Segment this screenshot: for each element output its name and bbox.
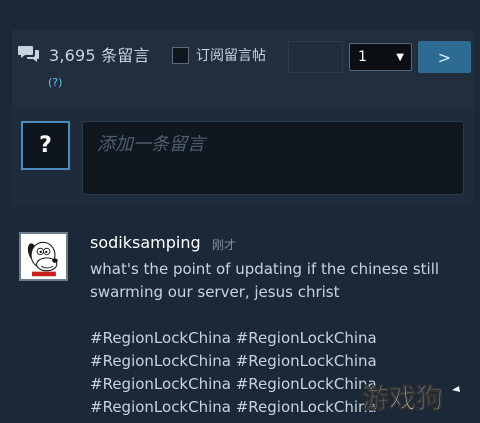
avatar-placeholder-mark: ?	[39, 133, 52, 158]
comment-author[interactable]: sodiksamping	[90, 233, 201, 252]
subscribe-checkbox[interactable]	[172, 46, 189, 64]
chat-bubbles-icon	[18, 46, 39, 62]
watermark-logo-graphic: 游戏狗	[362, 384, 460, 415]
comment-line: swarming our server, jesus christ	[90, 283, 340, 301]
caret-down-icon: ▼	[396, 51, 404, 63]
help-link[interactable]: (?)	[48, 76, 62, 89]
own-avatar: ?	[21, 121, 70, 170]
comment-line: what's the point of updating if the chin…	[90, 260, 440, 278]
comment-count-label: 3,695 条留言	[49, 46, 150, 65]
subscribe-toggle[interactable]: 订阅留言帖	[172, 45, 266, 65]
avatar[interactable]	[19, 232, 68, 281]
comment-hashtag-line: #RegionLockChina #RegionLockChina	[90, 329, 377, 347]
dog-avatar-icon	[21, 234, 66, 279]
subscribe-label[interactable]: 订阅留言帖	[196, 45, 266, 65]
page-go-button[interactable]: >	[418, 41, 471, 73]
svg-text:游戏狗: 游戏狗	[362, 384, 443, 415]
comment-timestamp: 刚才	[212, 238, 237, 252]
comment-count: 3,695 条留言	[18, 42, 150, 66]
watermark-logo: 游戏狗	[340, 372, 480, 423]
page-select-value: 1	[358, 49, 367, 65]
page-select[interactable]: 1 ▼	[349, 43, 412, 71]
comment-hashtag-line: #RegionLockChina #RegionLockChina	[90, 352, 377, 370]
comment-input[interactable]: 添加一条留言	[82, 121, 464, 195]
pager-spacer	[288, 41, 343, 73]
